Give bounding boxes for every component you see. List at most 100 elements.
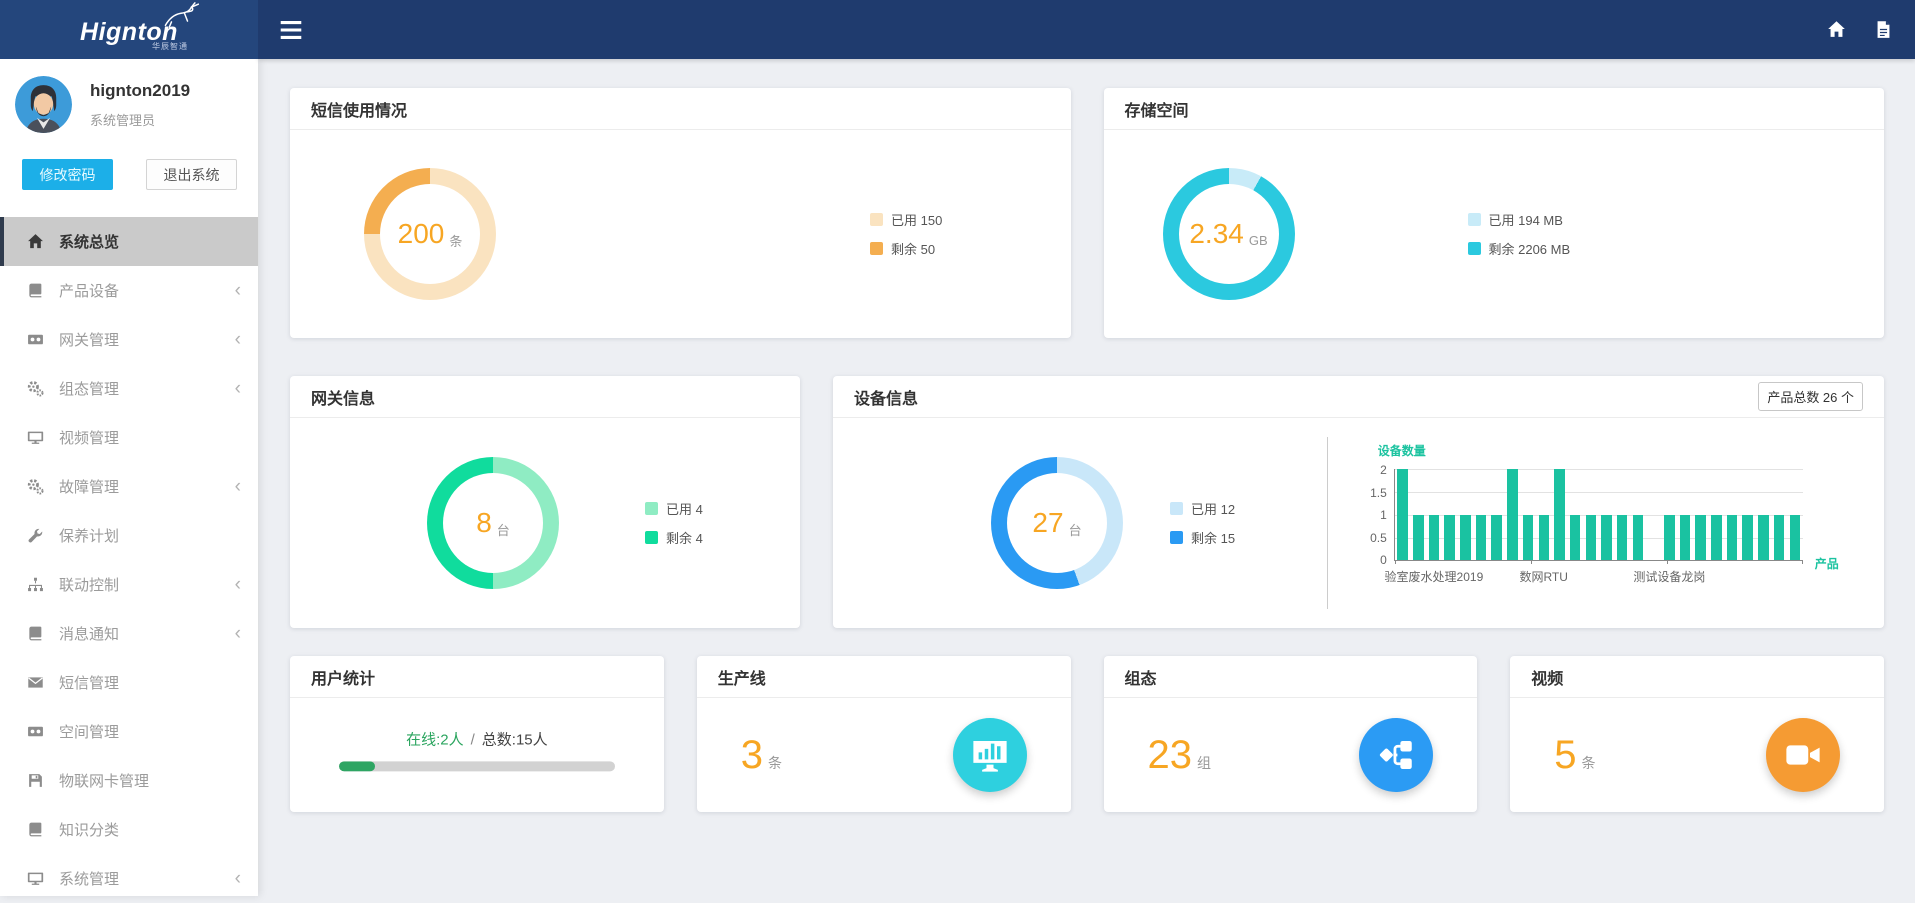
brand-subtitle: 华辰智通	[152, 41, 188, 52]
sidebar-item-fault-management[interactable]: 故障管理 ‹	[0, 462, 258, 511]
bar	[1617, 515, 1628, 561]
legend-item[interactable]: 剩余 15	[1170, 528, 1235, 547]
sidebar-item-iot-card-management[interactable]: 物联网卡管理	[0, 756, 258, 805]
chevron-left-icon: ‹	[235, 281, 241, 300]
sms-legend: 已用 150 剩余 50	[870, 210, 942, 258]
bar	[1554, 469, 1565, 560]
chart-y-tick-labels: 2 1.5 1 0.5 0	[1364, 463, 1394, 567]
document-icon[interactable]	[1874, 20, 1893, 39]
bar	[1429, 515, 1440, 561]
card-title: 用户统计	[311, 665, 375, 689]
video-count: 5	[1554, 733, 1576, 778]
gateway-icon	[27, 723, 44, 740]
scada-count: 23	[1148, 733, 1193, 778]
production-line-count: 3	[741, 733, 763, 778]
change-password-button[interactable]: 修改密码	[22, 159, 113, 190]
storage-donut: 2.34GB	[1163, 168, 1295, 300]
sidebar-item-space-management[interactable]: 空间管理	[0, 707, 258, 756]
bar	[1727, 515, 1738, 561]
bar	[1413, 515, 1424, 561]
wrench-icon	[27, 527, 44, 544]
chart-plot-area: 验室废水处理2019 数网RTU 测试设备龙岗	[1394, 469, 1803, 561]
sidebar-item-knowledge-category[interactable]: 知识分类	[0, 805, 258, 854]
product-total-badge[interactable]: 产品总数 26 个	[1758, 382, 1863, 411]
sidebar-item-video-management[interactable]: 视频管理	[0, 413, 258, 462]
card-title: 存储空间	[1125, 97, 1189, 121]
chevron-left-icon: ‹	[235, 477, 241, 496]
top-nav	[258, 0, 1915, 59]
legend-item[interactable]: 已用 4	[645, 499, 703, 518]
sidebar-item-sms-management[interactable]: 短信管理	[0, 658, 258, 707]
sidebar-item-maintenance-plan[interactable]: 保养计划	[0, 511, 258, 560]
bar	[1601, 515, 1612, 561]
user-role: 系统管理员	[90, 110, 155, 129]
legend-item[interactable]: 剩余 4	[645, 528, 703, 547]
bar	[1680, 515, 1691, 561]
legend-item[interactable]: 剩余 50	[870, 239, 942, 258]
antelope-logo-icon	[158, 2, 204, 28]
bar	[1397, 469, 1408, 560]
legend-item[interactable]: 已用 194 MB	[1468, 210, 1571, 229]
user-panel: hignton2019 系统管理员 修改密码 退出系统	[0, 59, 258, 213]
sms-usage-donut: 200条	[364, 168, 496, 300]
bar	[1742, 515, 1753, 561]
username: hignton2019	[90, 81, 190, 101]
card-title: 网关信息	[311, 385, 375, 409]
monitor-chart-icon	[969, 734, 1011, 776]
bar	[1507, 469, 1518, 560]
user-stats-card: 用户统计 在线:2人/总数:15人	[290, 656, 664, 812]
online-users-progressbar	[339, 761, 616, 771]
legend-item[interactable]: 已用 150	[870, 210, 942, 229]
card-title: 视频	[1531, 665, 1563, 689]
gateway-icon	[27, 331, 44, 348]
floppy-icon	[27, 772, 44, 789]
main-content: 短信使用情况 200条 已用 150 剩余 50 存储空间 2.34GB	[258, 59, 1915, 896]
sidebar-item-gateway-management[interactable]: 网关管理 ‹	[0, 315, 258, 364]
home-icon	[27, 233, 44, 250]
sidebar-item-system-overview[interactable]: 系统总览	[0, 217, 258, 266]
bar	[1570, 515, 1581, 561]
sidebar-menu: 系统总览 产品设备 ‹ 网关管理 ‹ 组态管理 ‹ 视频管理	[0, 217, 258, 903]
sms-usage-card: 短信使用情况 200条 已用 150 剩余 50	[290, 88, 1071, 338]
top-bar: Hignton 华辰智通	[0, 0, 1915, 59]
book-icon	[27, 821, 44, 838]
gateway-info-card: 网关信息 8台 已用 4 剩余 4	[290, 376, 800, 628]
menu-toggle-icon[interactable]	[280, 21, 302, 39]
bar	[1539, 515, 1550, 561]
logout-button[interactable]: 退出系统	[146, 159, 237, 190]
legend-item[interactable]: 剩余 2206 MB	[1468, 239, 1571, 258]
video-camera-icon	[1782, 734, 1824, 776]
vertical-divider	[1327, 437, 1328, 609]
sidebar-item-message-notification[interactable]: 消息通知 ‹	[0, 609, 258, 658]
sidebar-item-linkage-control[interactable]: 联动控制 ‹	[0, 560, 258, 609]
flowchart-icon	[1375, 734, 1417, 776]
bar	[1695, 515, 1706, 561]
device-donut: 27台	[991, 457, 1123, 589]
sidebar-item-product-devices[interactable]: 产品设备 ‹	[0, 266, 258, 315]
online-users-label: 在线:2人/总数:15人	[339, 728, 616, 749]
storage-card: 存储空间 2.34GB 已用 194 MB 剩余 2206 MB	[1104, 88, 1885, 338]
card-title: 组态	[1125, 665, 1157, 689]
chevron-left-icon: ‹	[235, 379, 241, 398]
sidebar-item-scada-management[interactable]: 组态管理 ‹	[0, 364, 258, 413]
gateway-legend: 已用 4 剩余 4	[645, 499, 703, 547]
device-info-card: 设备信息 产品总数 26 个 27台 已用 12 剩余 15 设备数量	[833, 376, 1884, 628]
brand-logo: Hignton 华辰智通	[0, 0, 258, 59]
avatar[interactable]	[15, 76, 72, 133]
bar	[1664, 515, 1675, 561]
chart-x-tick-label: 测试设备龙岗	[1633, 568, 1705, 585]
card-title: 短信使用情况	[311, 97, 407, 121]
card-title: 生产线	[718, 665, 766, 689]
chevron-left-icon: ‹	[235, 575, 241, 594]
video-icon-circle[interactable]	[1766, 718, 1840, 792]
chart-x-tick-label: 验室废水处理2019	[1385, 568, 1484, 585]
gateway-donut: 8台	[427, 457, 559, 589]
production-line-icon[interactable]	[953, 718, 1027, 792]
scada-icon[interactable]	[1359, 718, 1433, 792]
device-count-bar-chart: 设备数量 2 1.5 1 0.5 0	[1364, 434, 1859, 616]
legend-item[interactable]: 已用 12	[1170, 499, 1235, 518]
device-legend: 已用 12 剩余 15	[1170, 499, 1235, 547]
monitor-icon	[27, 429, 44, 446]
production-line-card: 生产线 3条	[697, 656, 1071, 812]
home-icon[interactable]	[1827, 20, 1846, 39]
